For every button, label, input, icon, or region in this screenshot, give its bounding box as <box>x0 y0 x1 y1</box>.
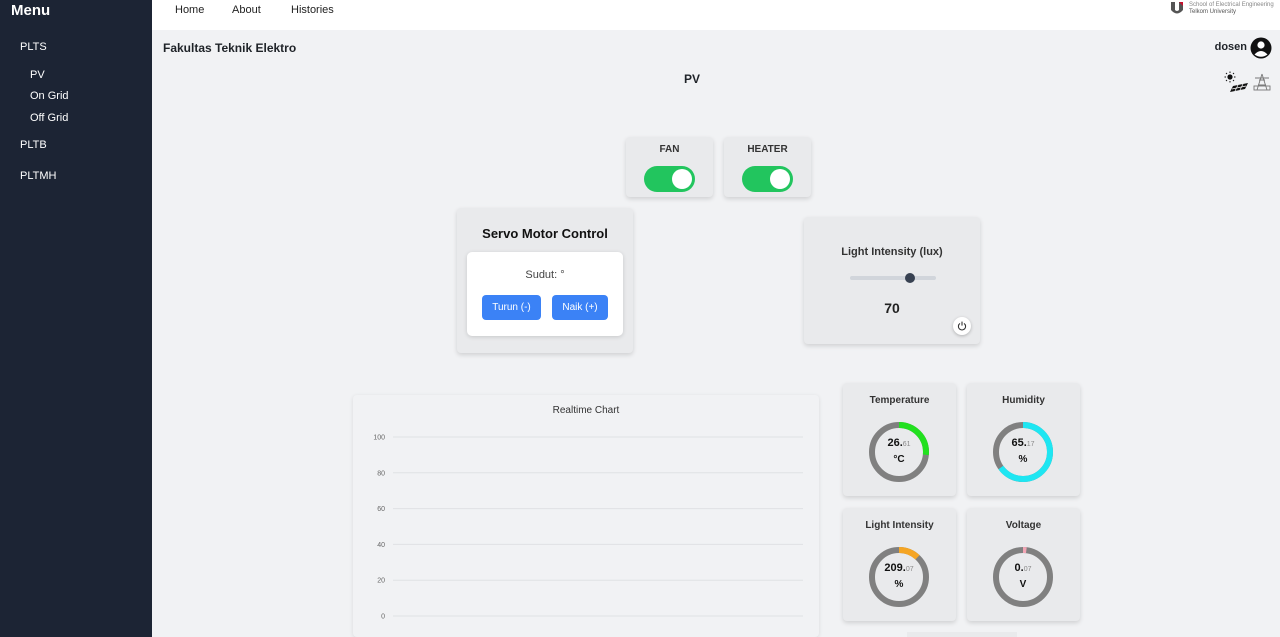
chart-y-tick-label: 80 <box>377 470 385 477</box>
temperature-label: Temperature <box>869 395 930 406</box>
power-button[interactable] <box>953 317 971 335</box>
nav-histories[interactable]: Histories <box>291 4 334 16</box>
sidebar-item-pltb[interactable]: PLTB <box>20 139 47 151</box>
fan-card: FAN <box>626 137 713 197</box>
light-intensity-gauge-card: Light Intensity 209.07 % <box>843 508 956 621</box>
fan-toggle[interactable] <box>644 166 695 192</box>
temperature-unit: °C <box>893 454 905 465</box>
sidebar-item-pv[interactable]: PV <box>30 69 45 81</box>
chart-y-tick-label: 20 <box>377 578 385 585</box>
light-intensity-title: Light Intensity (lux) <box>841 246 943 258</box>
chart-y-tick-label: 0 <box>381 614 385 621</box>
solar-panel-sun-icon <box>1224 71 1248 92</box>
light-intensity-value: 70 <box>884 300 900 316</box>
realtime-chart-card: Realtime Chart 100 80 60 40 20 0 <box>353 395 819 637</box>
servo-card: Servo Motor Control Sudut: ° Turun (-) N… <box>457 208 633 353</box>
user-avatar-icon[interactable] <box>1250 37 1272 59</box>
sidebar-item-off-grid[interactable]: Off Grid <box>30 112 68 124</box>
page-title: PV <box>684 72 701 86</box>
heater-toggle[interactable] <box>742 166 793 192</box>
chart-y-tick-label: 40 <box>377 542 385 549</box>
sidebar-item-plts[interactable]: PLTS <box>20 41 47 53</box>
power-grid-icon <box>1253 73 1271 91</box>
light-gauge-value: 209.07 <box>868 562 930 574</box>
sidebar: Menu PLTS PV On Grid Off Grid PLTB PLTMH <box>0 0 152 637</box>
fan-toggle-knob <box>672 169 692 189</box>
heater-card: HEATER <box>724 137 811 197</box>
voltage-value: 0.07 <box>992 562 1054 574</box>
humidity-value-int: 65. <box>1011 437 1027 449</box>
light-gauge-value-int: 209. <box>884 562 906 574</box>
fan-label: FAN <box>659 144 680 155</box>
humidity-label: Humidity <box>1002 395 1045 406</box>
servo-panel: Sudut: ° Turun (-) Naik (+) <box>467 252 623 336</box>
username[interactable]: dosen <box>1215 41 1247 53</box>
chart-y-tick-label: 60 <box>377 506 385 513</box>
servo-up-button[interactable]: Naik (+) <box>552 295 608 320</box>
voltage-value-int: 0. <box>1014 562 1024 574</box>
light-gauge-value-decimals: 07 <box>905 566 914 573</box>
servo-down-button[interactable]: Turun (-) <box>482 295 541 320</box>
power-icon <box>957 321 967 331</box>
temperature-gauge <box>869 422 929 482</box>
sidebar-title: Menu <box>11 2 51 19</box>
nav-about[interactable]: About <box>232 4 261 16</box>
sidebar-item-pltmh[interactable]: PLTMH <box>20 170 56 182</box>
servo-angle-text: Sudut: ° <box>525 269 565 281</box>
voltage-gauge-card: Voltage 0.07 V <box>967 508 1080 621</box>
bottom-card-edge <box>907 632 1017 637</box>
telkom-logo-icon <box>1171 2 1183 14</box>
voltage-label: Voltage <box>1005 520 1042 531</box>
light-gauge-unit: % <box>894 579 904 590</box>
light-intensity-slider[interactable] <box>850 273 936 283</box>
nav-home[interactable]: Home <box>175 4 204 16</box>
humidity-gauge <box>993 422 1053 482</box>
humidity-value: 65.17 <box>992 437 1054 449</box>
humidity-value-decimals: 17 <box>1026 441 1035 448</box>
humidity-gauge-card: Humidity 65.17 % <box>967 383 1080 496</box>
light-intensity-control-card: Light Intensity (lux) 70 <box>804 217 980 344</box>
university-logo: School of Electrical Engineering Telkom … <box>1170 0 1276 17</box>
top-navbar: Home About Histories School of Electrica… <box>152 0 1280 30</box>
logo-line-1: School of Electrical Engineering <box>1189 2 1274 8</box>
light-gauge-label: Light Intensity <box>865 520 934 531</box>
light-intensity-gauge <box>869 547 929 607</box>
gauge-track <box>993 547 1053 607</box>
humidity-unit: % <box>1018 454 1028 465</box>
voltage-unit: V <box>1019 579 1027 590</box>
realtime-chart: 100 80 60 40 20 0 <box>373 435 803 621</box>
voltage-value-decimals: 07 <box>1023 566 1032 573</box>
sidebar-item-on-grid[interactable]: On Grid <box>30 90 69 102</box>
temperature-value-decimals: 61 <box>902 441 911 448</box>
heater-toggle-knob <box>770 169 790 189</box>
logo-line-2: Telkom University <box>1189 9 1237 15</box>
temperature-gauge-card: Temperature 26.61 °C <box>843 383 956 496</box>
chart-y-tick-label: 100 <box>373 435 385 442</box>
temperature-value: 26.61 <box>868 437 930 449</box>
servo-title: Servo Motor Control <box>482 226 608 241</box>
slider-thumb[interactable] <box>905 273 916 283</box>
heater-label: HEATER <box>747 144 788 155</box>
gauge-track <box>869 547 929 607</box>
temperature-value-int: 26. <box>887 437 903 449</box>
voltage-gauge <box>993 547 1053 607</box>
faculty-name: Fakultas Teknik Elektro <box>163 41 297 55</box>
